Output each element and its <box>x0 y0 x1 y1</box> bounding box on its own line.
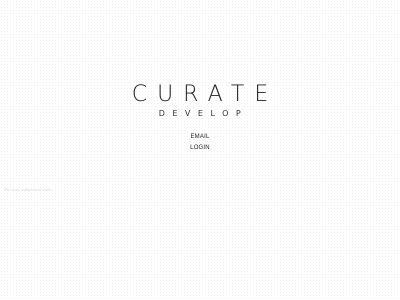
landing-page: CURATE DEVELOP EMAIL LOGIN The essay, in… <box>0 0 400 300</box>
logo-wordmark-primary: CURATE <box>131 82 279 107</box>
login-link[interactable]: LOGIN <box>0 143 400 154</box>
email-link[interactable]: EMAIL <box>0 132 400 143</box>
main-nav: EMAIL LOGIN <box>0 132 400 154</box>
logo-wordmark-secondary: DEVELOP <box>158 109 249 118</box>
faint-footnote-text: The essay, independent studio <box>4 187 52 192</box>
brand-logo: CURATE DEVELOP <box>0 82 400 119</box>
